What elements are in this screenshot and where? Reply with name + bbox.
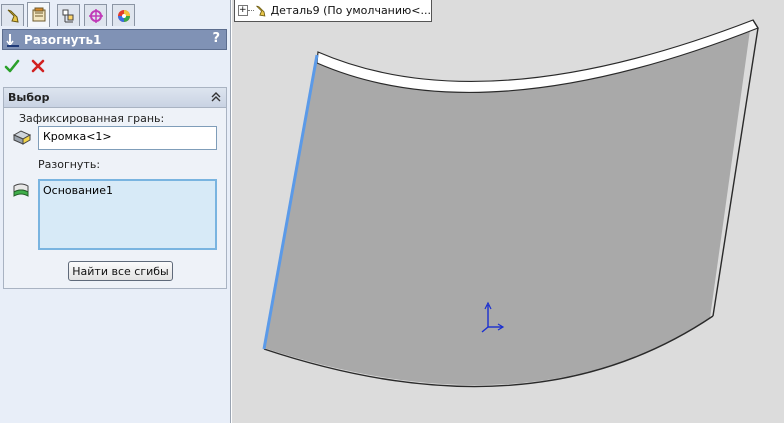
selection-group-header[interactable]: Выбор bbox=[4, 88, 226, 108]
unfold-label: Разогнуть: bbox=[38, 158, 101, 171]
fixed-face-field[interactable]: Кромка<1> bbox=[38, 126, 217, 150]
property-manager-icon bbox=[32, 7, 45, 22]
property-manager-panel: Разогнуть1 ? Выбор Зафиксированная грань… bbox=[0, 0, 231, 423]
bends-selector-icon bbox=[13, 183, 29, 197]
feature-manager-icon bbox=[7, 9, 19, 23]
list-item[interactable]: Основание1 bbox=[43, 184, 212, 197]
cancel-button[interactable] bbox=[29, 57, 47, 75]
tab-configuration-manager[interactable] bbox=[57, 4, 80, 26]
unfold-feature-icon bbox=[6, 33, 19, 47]
help-button[interactable]: ? bbox=[212, 31, 220, 46]
property-manager-title-bar: Разогнуть1 ? bbox=[2, 29, 227, 50]
unfold-bends-list[interactable]: Основание1 bbox=[38, 179, 217, 250]
page-title: Разогнуть1 bbox=[24, 32, 102, 47]
ok-cancel-bar bbox=[3, 57, 47, 77]
selection-group: Выбор Зафиксированная грань: Кромка<1> Р… bbox=[3, 87, 227, 289]
x-icon bbox=[31, 59, 45, 73]
ok-button[interactable] bbox=[3, 57, 21, 75]
selection-group-title: Выбор bbox=[8, 91, 50, 104]
tab-property-manager[interactable] bbox=[27, 2, 50, 27]
graphics-area[interactable]: + Деталь9 (По умолчанию<... bbox=[232, 0, 784, 423]
fixed-face-selector-icon bbox=[12, 130, 32, 145]
tab-feature-manager[interactable] bbox=[1, 4, 24, 26]
dimxpert-icon bbox=[88, 8, 103, 23]
tab-display-manager[interactable] bbox=[112, 4, 135, 26]
collect-all-bends-button[interactable]: Найти все сгибы bbox=[68, 261, 173, 281]
sheet-metal-model[interactable] bbox=[232, 0, 784, 423]
collapse-icon[interactable] bbox=[210, 91, 222, 103]
manager-tabs bbox=[0, 2, 231, 27]
expand-toggle[interactable]: + bbox=[238, 5, 248, 16]
model-face[interactable] bbox=[264, 23, 751, 386]
tab-dimxpert[interactable] bbox=[84, 4, 107, 26]
feature-tree-flyout: + Деталь9 (По умолчанию<... bbox=[234, 0, 432, 22]
part-name[interactable]: Деталь9 (По умолчанию<... bbox=[271, 4, 431, 17]
configuration-manager-icon bbox=[62, 9, 73, 22]
display-manager-icon bbox=[117, 9, 130, 22]
check-icon bbox=[4, 59, 20, 73]
part-icon bbox=[256, 5, 266, 17]
fixed-face-label: Зафиксированная грань: bbox=[19, 112, 165, 125]
